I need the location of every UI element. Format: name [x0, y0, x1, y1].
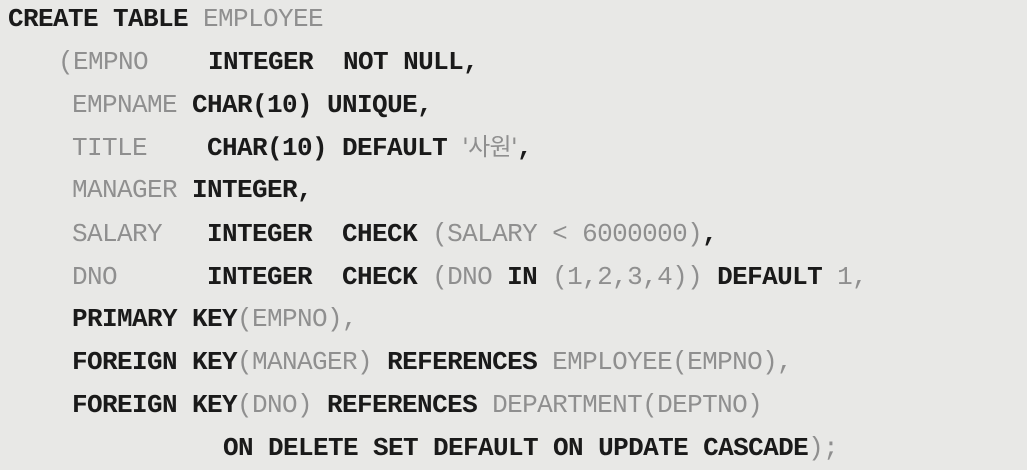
sql-identifier: SALARY [72, 219, 208, 249]
sql-keyword: , [702, 219, 718, 249]
sql-keyword: FOREIGN KEY [72, 347, 238, 377]
sql-identifier: EMPNAME [72, 90, 193, 120]
code-line-10: FOREIGN KEY(DNO) REFERENCES DEPARTMENT(D… [72, 390, 763, 420]
code-line-3: EMPNAME CHAR(10) UNIQUE, [72, 90, 433, 120]
sql-keyword: , [517, 133, 533, 163]
sql-identifier: (MANAGER) [237, 347, 388, 377]
code-line-2: (EMPNO INTEGER NOT NULL, [58, 47, 479, 77]
sql-string-literal: '사원' [462, 133, 518, 161]
sql-identifier: (EMPNO [58, 47, 209, 77]
sql-identifier: TITLE [72, 133, 208, 163]
sql-keyword: PRIMARY KEY [72, 304, 238, 334]
sql-identifier: (EMPNO), [237, 304, 358, 334]
code-line-9: FOREIGN KEY(MANAGER) REFERENCES EMPLOYEE… [72, 347, 793, 377]
sql-keyword: INTEGER CHECK [207, 219, 433, 249]
sql-identifier: (1,2,3,4)) [537, 262, 718, 292]
sql-identifier: (DNO) [237, 390, 328, 420]
sql-identifier: (SALARY < 6000000) [432, 219, 703, 249]
sql-keyword: REFERENCES [327, 390, 478, 420]
sql-keyword: DEFAULT [717, 262, 823, 292]
sql-identifier: EMPLOYEE(EMPNO), [537, 347, 793, 377]
sql-keyword: REFERENCES [387, 347, 538, 377]
sql-identifier: DEPARTMENT(DEPTNO) [477, 390, 763, 420]
sql-identifier: MANAGER [72, 175, 193, 205]
sql-keyword: CHAR(10) UNIQUE, [192, 90, 433, 120]
sql-identifier: (DNO [432, 262, 508, 292]
code-line-1: CREATE TABLE EMPLOYEE [8, 4, 324, 34]
sql-keyword: INTEGER, [192, 175, 313, 205]
sql-code-block: CREATE TABLE EMPLOYEE (EMPNO INTEGER NOT… [0, 0, 1027, 470]
sql-identifier: DNO [72, 262, 208, 292]
code-line-6: SALARY INTEGER CHECK (SALARY < 6000000), [72, 219, 718, 249]
sql-identifier: EMPLOYEE [188, 4, 324, 34]
sql-keyword: ON DELETE SET DEFAULT ON UPDATE CASCADE [223, 433, 809, 463]
sql-identifier: 1, [822, 262, 868, 292]
sql-keyword: INTEGER NOT NULL, [208, 47, 479, 77]
sql-keyword: CHAR(10) DEFAULT [207, 133, 463, 163]
sql-keyword: CREATE TABLE [8, 4, 189, 34]
sql-keyword: INTEGER CHECK [207, 262, 433, 292]
code-line-7: DNO INTEGER CHECK (DNO IN (1,2,3,4)) DEF… [72, 262, 868, 292]
code-line-8: PRIMARY KEY(EMPNO), [72, 304, 358, 334]
code-line-5: MANAGER INTEGER, [72, 175, 313, 205]
code-line-4: TITLE CHAR(10) DEFAULT '사원', [72, 132, 533, 163]
sql-keyword: IN [507, 262, 538, 292]
code-line-11: ON DELETE SET DEFAULT ON UPDATE CASCADE)… [223, 433, 839, 463]
sql-keyword: FOREIGN KEY [72, 390, 238, 420]
sql-identifier: ); [808, 433, 839, 463]
